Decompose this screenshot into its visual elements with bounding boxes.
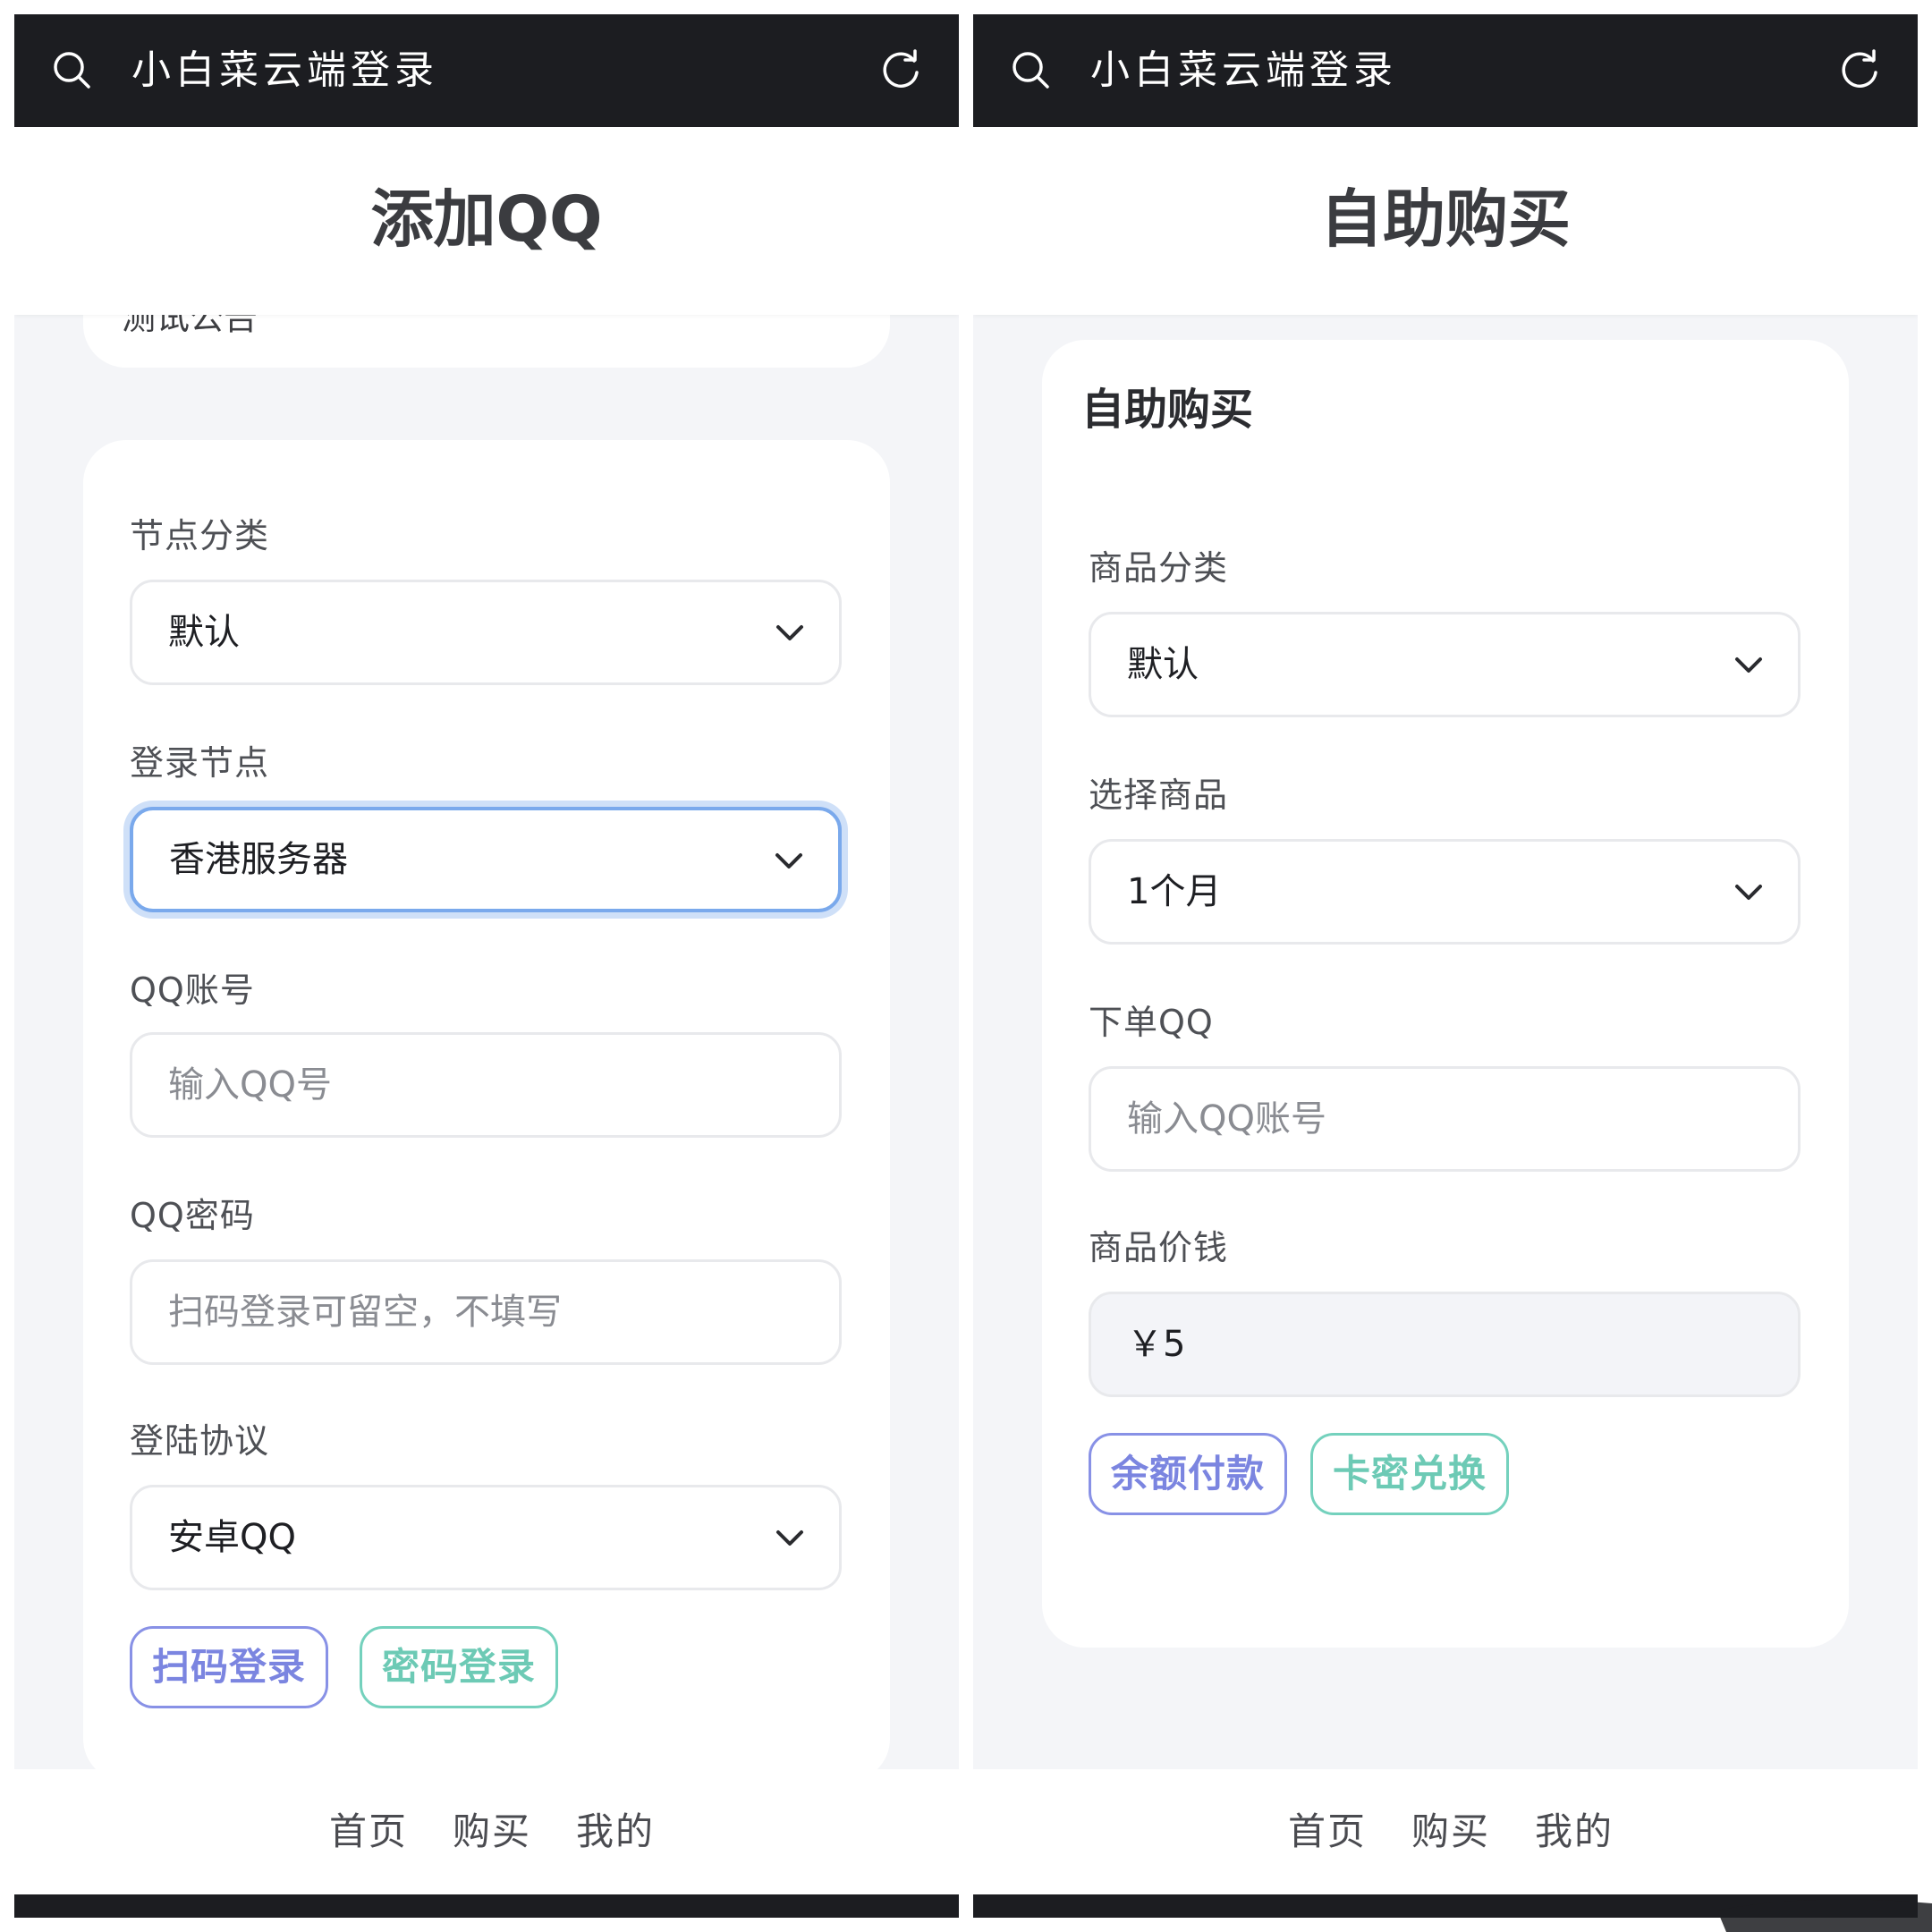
app-title: 小白菜云端登录 (131, 47, 438, 93)
node-category-value: 默认 (168, 612, 240, 653)
refresh-icon[interactable] (1837, 48, 1882, 93)
add-qq-screen: 小白菜云端登录 添加QQ 测试公告 节点分类 默认 登录节点 香港服务器 QQ账… (14, 14, 959, 1918)
balance-pay-button[interactable]: 余额付款 (1089, 1433, 1287, 1515)
product-category-select[interactable]: 默认 (1089, 612, 1801, 717)
page-header: 添加QQ (14, 127, 959, 315)
chevron-down-icon (1735, 885, 1762, 900)
card-redeem-button[interactable]: 卡密兑换 (1310, 1433, 1509, 1515)
qq-password-placeholder: 扫码登录可留空，不填写 (168, 1292, 562, 1333)
qq-account-label: QQ账号 (130, 970, 255, 1010)
app-top-bar: 小白菜云端登录 (14, 14, 959, 127)
tab-buy[interactable]: 购买 (1411, 1769, 1490, 1894)
self-purchase-screen: 小白菜云端登录 自助购买 自助购买 商品分类 默认 选择商品 1个月 下单QQ … (973, 14, 1918, 1918)
app-title: 小白菜云端登录 (1090, 47, 1397, 93)
scan-login-button[interactable]: 扫码登录 (130, 1626, 328, 1708)
qq-password-label: QQ密码 (130, 1196, 255, 1235)
password-login-button[interactable]: 密码登录 (360, 1626, 558, 1708)
bottom-tab-bar: 首页 购买 我的 (14, 1769, 959, 1894)
search-icon[interactable] (1011, 50, 1050, 89)
price-value: ￥5 (1127, 1324, 1186, 1365)
card-title: 自助购买 (1081, 385, 1254, 435)
select-product-value: 1个月 (1127, 871, 1222, 912)
order-qq-input[interactable]: 输入QQ账号 (1089, 1066, 1801, 1172)
price-field: ￥5 (1089, 1292, 1801, 1397)
page-title: 自助购买 (1320, 182, 1571, 256)
search-icon[interactable] (52, 50, 91, 89)
screenshot-canvas: 小白菜云端登录 添加QQ 测试公告 节点分类 默认 登录节点 香港服务器 QQ账… (0, 0, 1932, 1932)
order-qq-placeholder: 输入QQ账号 (1127, 1098, 1326, 1140)
chevron-down-icon (775, 853, 802, 869)
chevron-down-icon (776, 1530, 803, 1546)
login-protocol-select[interactable]: 安卓QQ (130, 1485, 842, 1590)
tab-home[interactable]: 首页 (1288, 1769, 1367, 1894)
chevron-down-icon (1735, 657, 1762, 673)
tab-buy[interactable]: 购买 (453, 1769, 531, 1894)
qq-account-input[interactable]: 输入QQ号 (130, 1032, 842, 1138)
page-header: 自助购买 (973, 127, 1918, 315)
login-node-value: 香港服务器 (169, 839, 348, 880)
login-protocol-value: 安卓QQ (168, 1517, 296, 1558)
product-category-label: 商品分类 (1089, 548, 1229, 588)
corner-smudge-decoration (1717, 1899, 1932, 1932)
add-qq-form-card: 节点分类 默认 登录节点 香港服务器 QQ账号 输入QQ号 QQ密码 扫码登录可 (83, 440, 890, 1782)
tab-mine[interactable]: 我的 (576, 1769, 655, 1894)
price-label: 商品价钱 (1089, 1228, 1229, 1267)
page-title: 添加QQ (370, 182, 603, 256)
bottom-tab-bar: 首页 购买 我的 (973, 1769, 1918, 1894)
tab-mine[interactable]: 我的 (1535, 1769, 1614, 1894)
tab-home[interactable]: 首页 (329, 1769, 408, 1894)
refresh-icon[interactable] (878, 48, 923, 93)
purchase-card: 自助购买 商品分类 默认 选择商品 1个月 下单QQ 输入QQ账号 商品价钱 ￥… (1042, 340, 1849, 1648)
order-qq-label: 下单QQ (1089, 1003, 1214, 1042)
login-protocol-label: 登陆协议 (130, 1421, 270, 1461)
node-category-select[interactable]: 默认 (130, 580, 842, 685)
login-node-select[interactable]: 香港服务器 (130, 807, 842, 912)
qq-account-placeholder: 输入QQ号 (168, 1064, 332, 1106)
chevron-down-icon (776, 625, 803, 640)
login-node-label: 登录节点 (130, 743, 270, 783)
app-top-bar: 小白菜云端登录 (973, 14, 1918, 127)
qq-password-input[interactable]: 扫码登录可留空，不填写 (130, 1259, 842, 1365)
system-nav-bar (14, 1894, 959, 1918)
product-category-value: 默认 (1127, 644, 1199, 685)
select-product-select[interactable]: 1个月 (1089, 839, 1801, 945)
node-category-label: 节点分类 (130, 516, 270, 555)
select-product-label: 选择商品 (1089, 775, 1229, 815)
